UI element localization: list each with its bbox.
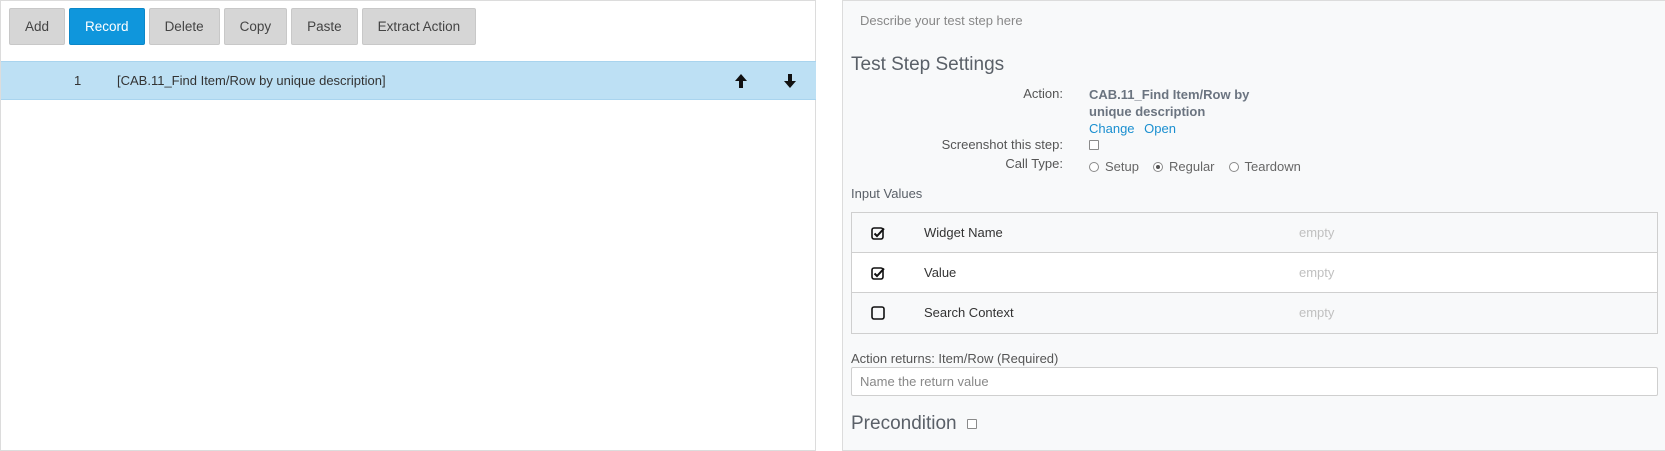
input-values-table: Widget Name empty Value empty Search Con… [851,212,1658,334]
call-type-teardown-radio[interactable] [1228,161,1239,172]
precondition-checkbox[interactable] [966,419,977,429]
steps-toolbar: Add Record Delete Copy Paste Extract Act… [9,8,477,45]
action-value: CAB.11_Find Item/Row by unique descripti… [1089,86,1249,136]
input-value-field[interactable]: empty [1299,265,1334,280]
input-value-row: Widget Name empty [852,213,1657,253]
screenshot-label: Screenshot this step: [941,137,1063,152]
record-button[interactable]: Record [69,8,145,45]
call-type-radio-group: Setup Regular Teardown [1089,159,1309,174]
input-value-name: Search Context [924,305,1014,320]
settings-title: Test Step Settings [851,54,1005,75]
extract-action-button[interactable]: Extract Action [361,8,477,45]
checked-checkbox-icon[interactable] [871,226,885,240]
call-type-teardown-label: Teardown [1244,159,1301,174]
return-value-input[interactable] [851,367,1658,396]
input-value-field[interactable]: empty [1299,225,1334,240]
step-description-input[interactable]: Describe your test step here [860,13,1023,28]
input-value-row: Search Context empty [852,293,1657,333]
call-type-regular-label: Regular [1168,159,1215,174]
move-down-arrow-icon[interactable] [782,72,798,90]
add-button[interactable]: Add [9,8,66,45]
unchecked-checkbox-icon[interactable] [871,306,885,320]
input-value-row: Value empty [852,253,1657,293]
move-up-arrow-icon[interactable] [733,72,749,90]
test-step-row[interactable]: 1 [CAB.11_Find Item/Row by unique descri… [1,61,816,100]
action-name-line2: unique description [1089,104,1206,119]
checked-checkbox-icon[interactable] [871,266,885,280]
precondition-section: Precondition [851,413,977,435]
call-type-setup-radio[interactable] [1089,161,1099,172]
open-action-link[interactable]: Open [1144,121,1176,136]
change-action-link[interactable]: Change [1089,121,1135,136]
steps-pane: Add Record Delete Copy Paste Extract Act… [0,0,816,451]
action-returns-label: Action returns: Item/Row (Required) [851,351,1059,366]
input-value-field[interactable]: empty [1299,305,1334,320]
copy-button[interactable]: Copy [223,8,288,45]
call-type-regular-radio[interactable] [1152,161,1163,172]
action-label: Action: [1023,86,1063,101]
call-type-setup-label: Setup [1105,159,1139,174]
input-values-label: Input Values [851,186,923,201]
precondition-title: Precondition [851,413,957,434]
step-details-pane: Describe your test step here Test Step S… [842,0,1665,451]
step-name: [CAB.11_Find Item/Row by unique descript… [117,73,386,88]
input-value-name: Widget Name [924,225,1003,240]
delete-button[interactable]: Delete [148,8,220,45]
input-value-name: Value [924,265,957,280]
screenshot-checkbox[interactable] [1089,140,1099,150]
call-type-label: Call Type: [1005,156,1063,171]
step-number: 1 [74,73,82,88]
paste-button[interactable]: Paste [291,8,358,45]
screenshot-checkbox-wrap [1089,138,1099,153]
action-name-line1: CAB.11_Find Item/Row by [1089,87,1250,102]
